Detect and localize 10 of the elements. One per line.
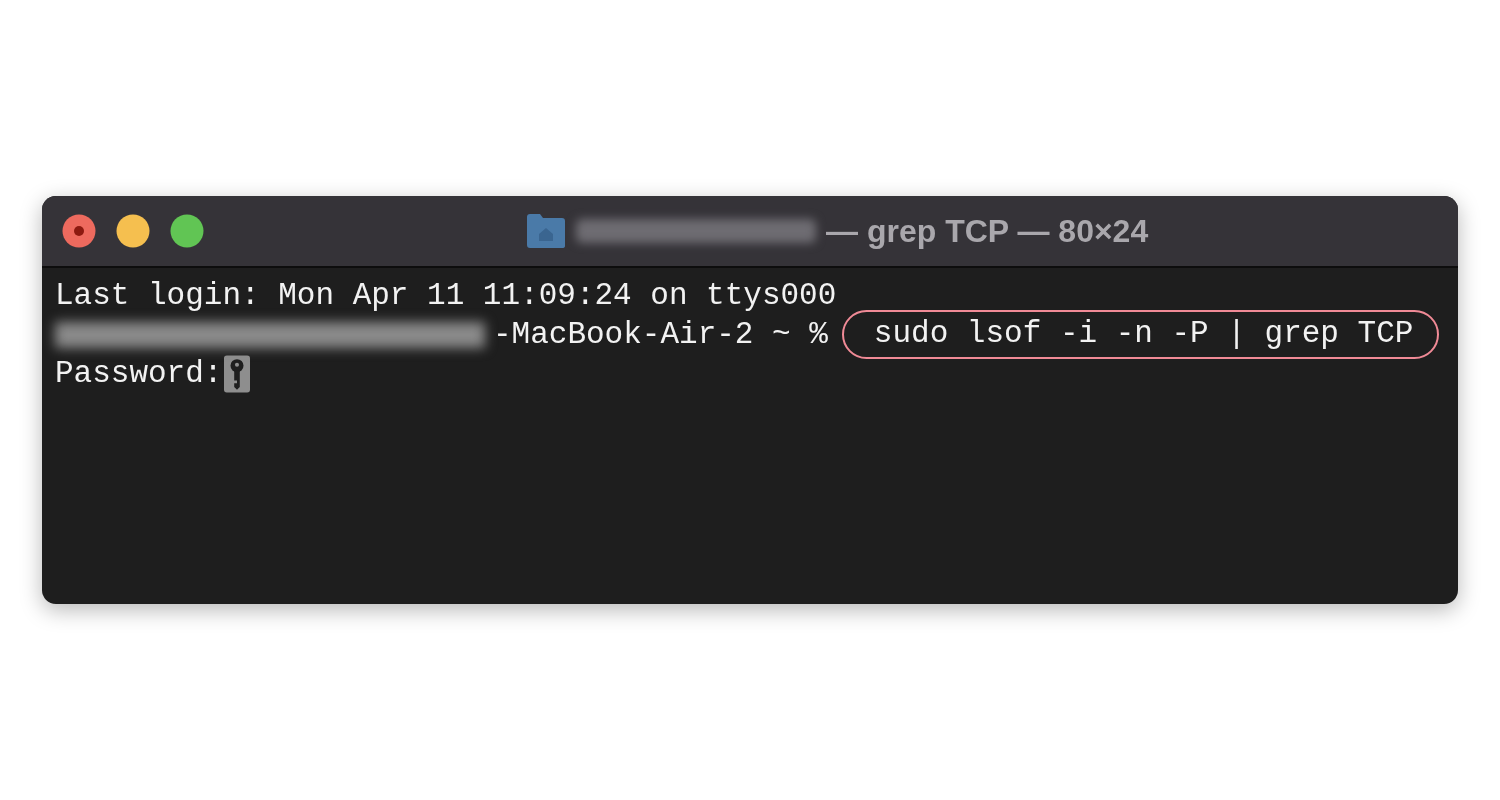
close-button[interactable] [62, 214, 96, 248]
minimize-button[interactable] [116, 214, 150, 248]
window-title: — grep TCP — 80×24 [826, 212, 1149, 250]
command-text: sudo lsof -i -n -P | grep TCP [841, 310, 1440, 359]
password-prompt: Password: [55, 356, 223, 391]
key-icon [224, 354, 251, 393]
terminal-output: Last login: Mon Apr 11 11:09:24 on ttys000 [55, 278, 837, 313]
shell-prompt: -MacBook-Air-2 ~ % [493, 317, 828, 352]
home-folder-icon [526, 213, 566, 249]
zoom-button[interactable] [170, 214, 204, 248]
